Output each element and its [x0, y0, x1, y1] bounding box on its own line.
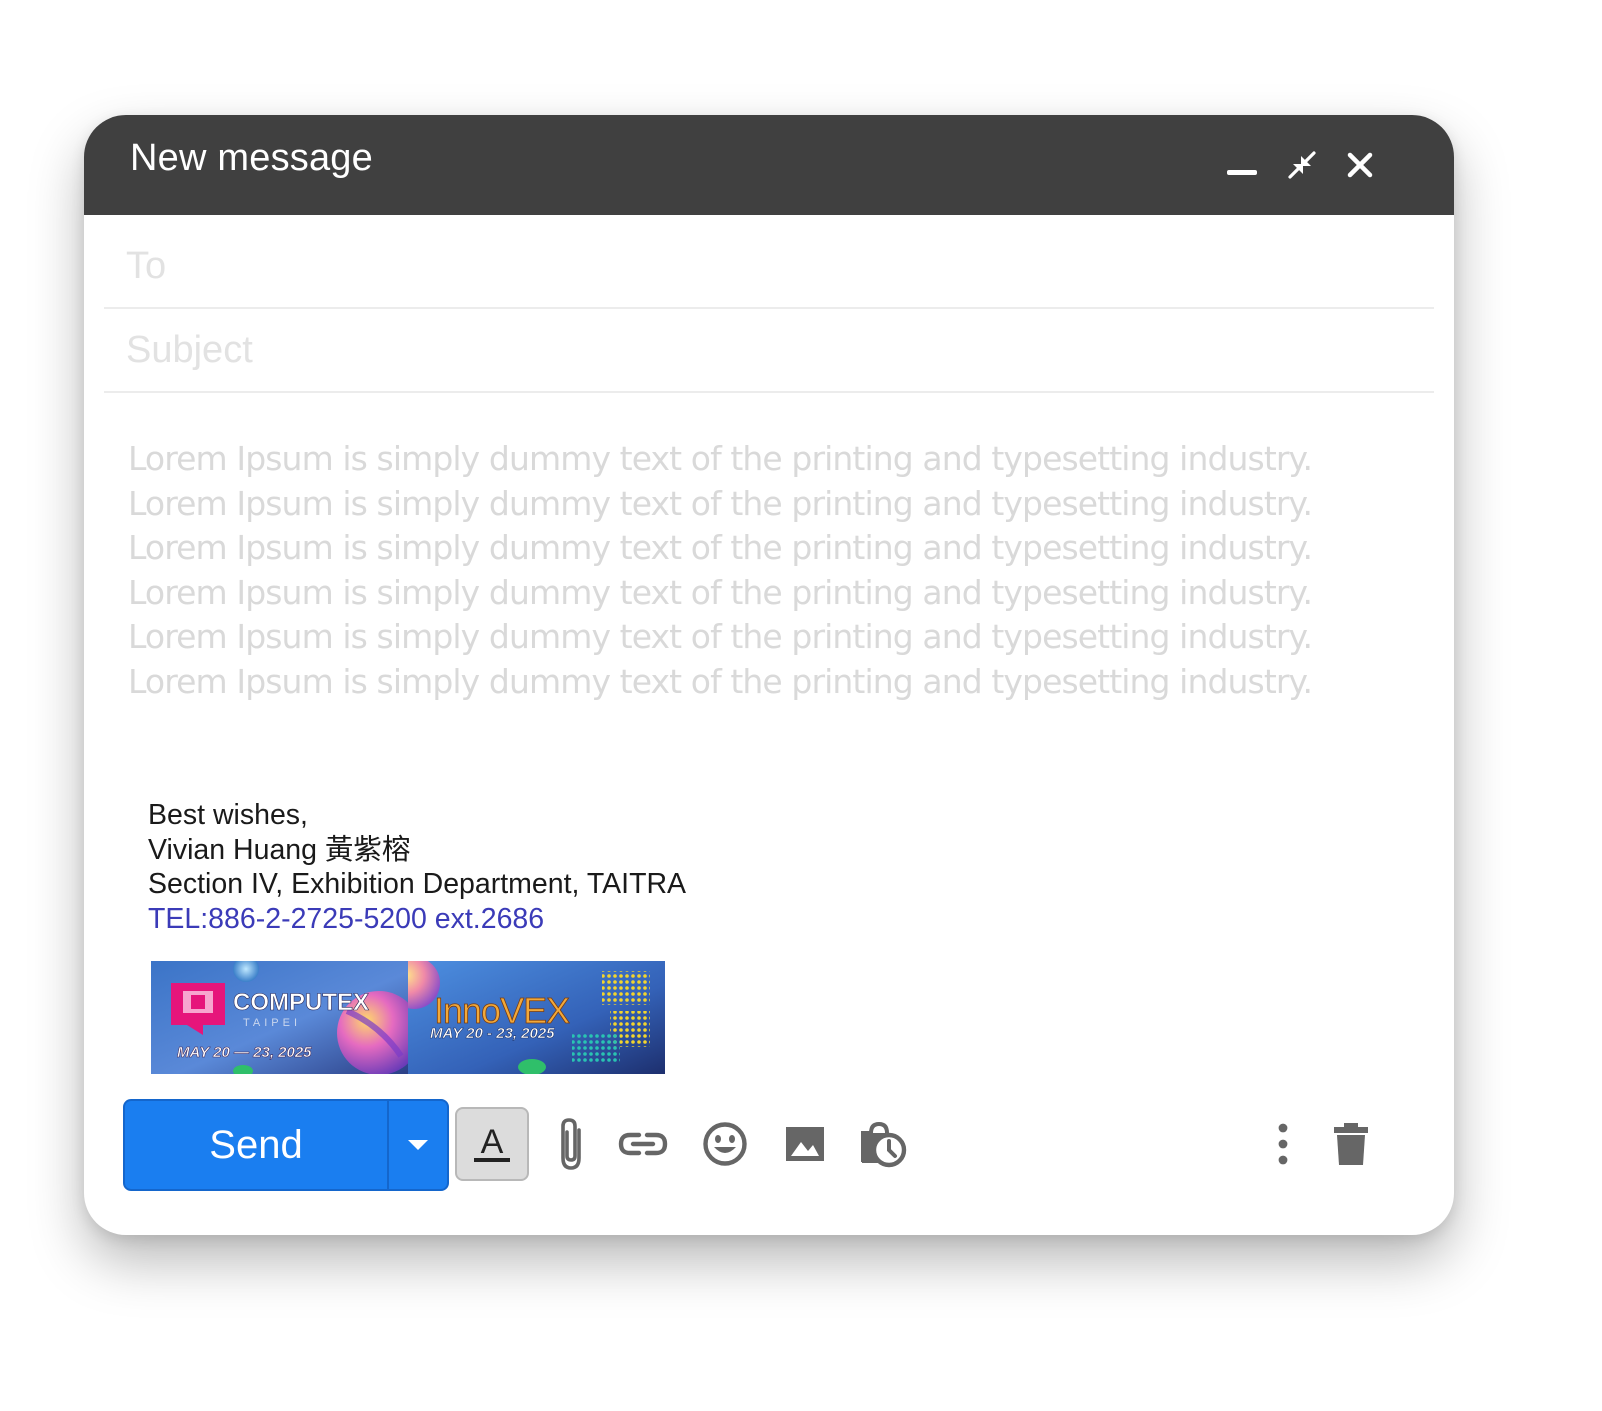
trash-icon	[1334, 1123, 1368, 1165]
attach-button[interactable]	[536, 1107, 610, 1181]
message-body[interactable]: Lorem Ipsum is simply dummy text of the …	[128, 437, 1398, 704]
send-options-button[interactable]	[389, 1101, 447, 1189]
send-button-group: Send	[123, 1099, 449, 1191]
computex-banner[interactable]: COMPUTEX TAIPEI MAY 20 — 23, 2025	[151, 961, 408, 1074]
emoji-button[interactable]	[688, 1107, 762, 1181]
title-bar: New message	[84, 115, 1454, 215]
computex-dates-text: MAY 20 — 23, 2025	[177, 1044, 312, 1061]
link-icon	[618, 1132, 668, 1156]
send-options-icon	[408, 1140, 428, 1150]
innovex-banner-image: InnoVEX MAY 20 - 23, 2025	[408, 961, 665, 1074]
attach-icon	[561, 1118, 581, 1170]
computex-brand-text: COMPUTEX	[233, 989, 369, 1016]
window-title: New message	[130, 137, 373, 179]
emoji-icon	[703, 1122, 747, 1166]
body-paragraph: Lorem Ipsum is simply dummy text of the …	[128, 439, 1313, 567]
minimize-button[interactable]	[1220, 143, 1264, 187]
image-button[interactable]	[768, 1107, 842, 1181]
computex-sub-text: TAIPEI	[243, 1017, 301, 1029]
signature-department: Section IV, Exhibition Department, TAITR…	[148, 868, 687, 900]
minimize-icon	[1227, 170, 1257, 175]
discard-button[interactable]	[1314, 1107, 1388, 1181]
to-input[interactable]	[126, 239, 1406, 293]
exit-fullscreen-button[interactable]	[1280, 143, 1324, 187]
image-icon	[786, 1127, 824, 1161]
compose-window: New message Lorem Ipsum is s	[84, 115, 1454, 1235]
svg-text:A: A	[481, 1123, 504, 1161]
signature-name: Vivian Huang 黃紫榕	[148, 833, 411, 866]
subject-field	[104, 309, 1434, 393]
signature-banners: COMPUTEX TAIPEI MAY 20 — 23, 2025 InnoVE…	[151, 961, 665, 1074]
to-field	[104, 225, 1434, 309]
text-format-icon: A	[474, 1123, 510, 1162]
schedule-button[interactable]	[846, 1107, 920, 1181]
innovex-banner[interactable]: InnoVEX MAY 20 - 23, 2025	[408, 961, 665, 1074]
signature-greeting: Best wishes,	[148, 799, 308, 831]
signature-tel-link[interactable]: TEL:886-2-2725-5200 ext.2686	[148, 902, 686, 937]
exit-fullscreen-icon	[1288, 151, 1316, 179]
close-button[interactable]	[1338, 143, 1382, 187]
body-paragraph: Lorem Ipsum is simply dummy text of the …	[128, 572, 1313, 701]
send-button[interactable]: Send	[125, 1101, 387, 1189]
signature: Best wishes, Vivian Huang 黃紫榕 Section IV…	[148, 798, 686, 936]
close-icon	[1347, 152, 1373, 178]
subject-input[interactable]	[126, 323, 1406, 377]
innovex-dates-text: MAY 20 - 23, 2025	[430, 1025, 555, 1042]
computex-banner-image: COMPUTEX TAIPEI MAY 20 — 23, 2025	[151, 961, 408, 1074]
schedule-icon	[861, 1121, 907, 1168]
link-button[interactable]	[606, 1107, 680, 1181]
text-format-button[interactable]: A	[455, 1107, 529, 1181]
more-options-button[interactable]	[1246, 1107, 1320, 1181]
more-options-icon	[1278, 1123, 1288, 1165]
